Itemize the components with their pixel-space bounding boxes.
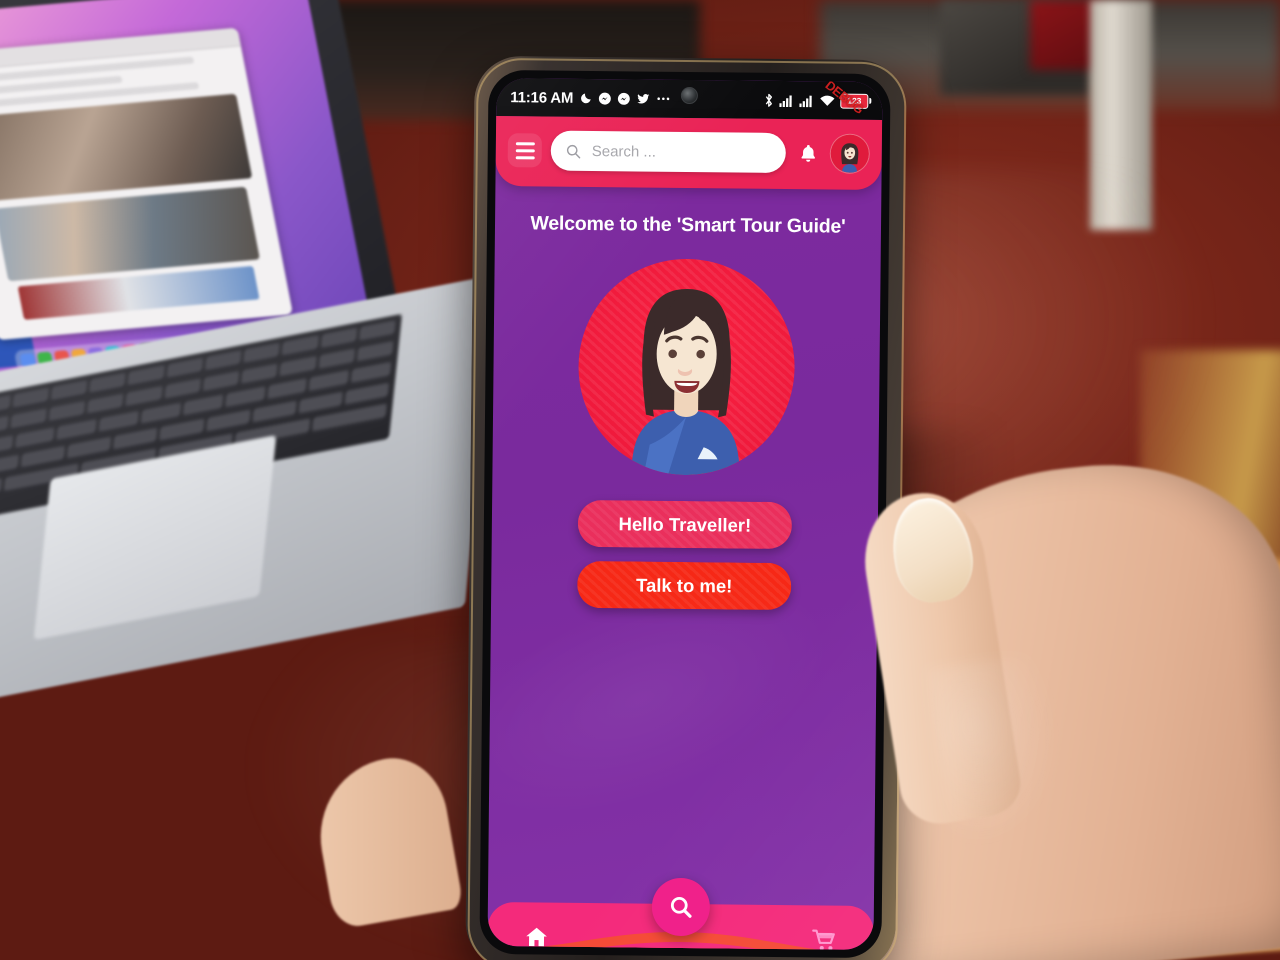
signal-icon	[799, 95, 812, 107]
front-camera	[680, 86, 698, 105]
status-bar: 11:16 AM 123 DEBUG	[496, 78, 883, 121]
search-input[interactable]: Search ...	[550, 130, 786, 174]
user-avatar[interactable]	[829, 133, 870, 174]
browser-window	[0, 27, 294, 341]
app-header: Search ...	[495, 116, 883, 191]
search-fab-button[interactable]	[651, 877, 711, 937]
browser-image	[0, 93, 253, 202]
laptop	[0, 0, 494, 750]
status-bar-right: 123 DEBUG	[763, 78, 869, 116]
status-bar-left: 11:16 AM	[510, 89, 670, 108]
knuckle-highlight	[926, 652, 1070, 848]
page-title: Welcome to the 'Smart Tour Guide'	[530, 212, 846, 238]
talk-to-me-button[interactable]: Talk to me!	[577, 560, 792, 611]
status-time: 11:16 AM	[510, 88, 574, 107]
signal-icon	[779, 94, 792, 107]
search-icon	[566, 144, 581, 158]
search-placeholder: Search ...	[591, 142, 657, 161]
action-buttons: Hello Traveller! Talk to me!	[491, 499, 878, 611]
phone-display: 11:16 AM 123 DEBUG Search ... Welcome to…	[487, 78, 883, 950]
hello-traveller-button[interactable]: Hello Traveller!	[577, 499, 793, 550]
phone: 11:16 AM 123 DEBUG Search ... Welcome to…	[465, 55, 907, 960]
app-body: Welcome to the 'Smart Tour Guide' Hello …	[487, 212, 881, 950]
messenger-icon	[598, 92, 611, 105]
home-icon[interactable]	[521, 924, 551, 950]
phone-bezel: 11:16 AM 123 DEBUG Search ... Welcome to…	[479, 69, 891, 959]
search-icon	[670, 896, 692, 918]
moon-icon	[580, 93, 591, 103]
photo-scene: 11:16 AM 123 DEBUG Search ... Welcome to…	[0, 0, 1280, 960]
bell-icon[interactable]	[795, 142, 821, 164]
twitter-icon	[637, 93, 650, 104]
hamburger-menu-icon[interactable]	[507, 133, 542, 168]
shopping-cart-icon[interactable]	[809, 927, 839, 950]
browser-image	[0, 186, 260, 282]
bottom-navigation	[487, 877, 874, 950]
messenger-icon	[617, 92, 630, 105]
tour-guide-avatar	[577, 257, 796, 477]
bluetooth-icon	[765, 93, 773, 107]
